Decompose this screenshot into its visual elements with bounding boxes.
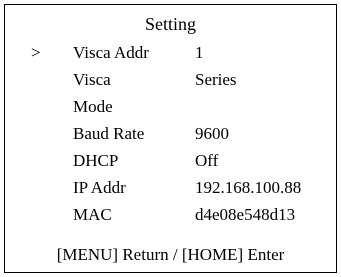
menu-item-visca-addr[interactable]: > Visca Addr 1 bbox=[5, 39, 336, 66]
menu-item-value: Series bbox=[195, 70, 237, 89]
menu-item-value: 1 bbox=[195, 43, 204, 62]
menu-item-label: Visca Addr bbox=[73, 43, 149, 62]
menu-item-label: MAC bbox=[73, 205, 112, 224]
menu-item-mode[interactable]: Mode bbox=[5, 93, 336, 120]
menu-item-dhcp[interactable]: DHCP Off bbox=[5, 147, 336, 174]
menu-key-hint: [MENU] Return / [HOME] Enter bbox=[56, 245, 285, 264]
menu-title: Setting bbox=[144, 14, 196, 34]
menu-item-visca[interactable]: Visca Series bbox=[5, 66, 336, 93]
menu-item-value: 192.168.100.88 bbox=[195, 178, 302, 197]
menu-item-label: IP Addr bbox=[73, 178, 126, 197]
menu-item-label: Baud Rate bbox=[73, 124, 145, 143]
menu-item-label: DHCP bbox=[73, 151, 119, 170]
menu-item-label: Visca bbox=[73, 70, 111, 89]
menu-item-value: 9600 bbox=[195, 124, 229, 143]
menu-item-mac[interactable]: MAC d4e08e548d13 bbox=[5, 201, 336, 228]
menu-item-label: Mode bbox=[73, 97, 113, 116]
selection-cursor-icon: > bbox=[31, 43, 41, 62]
menu-item-ip-addr[interactable]: IP Addr 192.168.100.88 bbox=[5, 174, 336, 201]
menu-item-value: Off bbox=[195, 151, 219, 170]
menu-list: > Visca Addr 1 Visca Series Mode Baud Ra… bbox=[5, 39, 336, 228]
osd-menu-panel: Setting > Visca Addr 1 Visca Series Mode… bbox=[4, 4, 337, 273]
menu-item-value: d4e08e548d13 bbox=[195, 205, 296, 224]
menu-item-baud-rate[interactable]: Baud Rate 9600 bbox=[5, 120, 336, 147]
